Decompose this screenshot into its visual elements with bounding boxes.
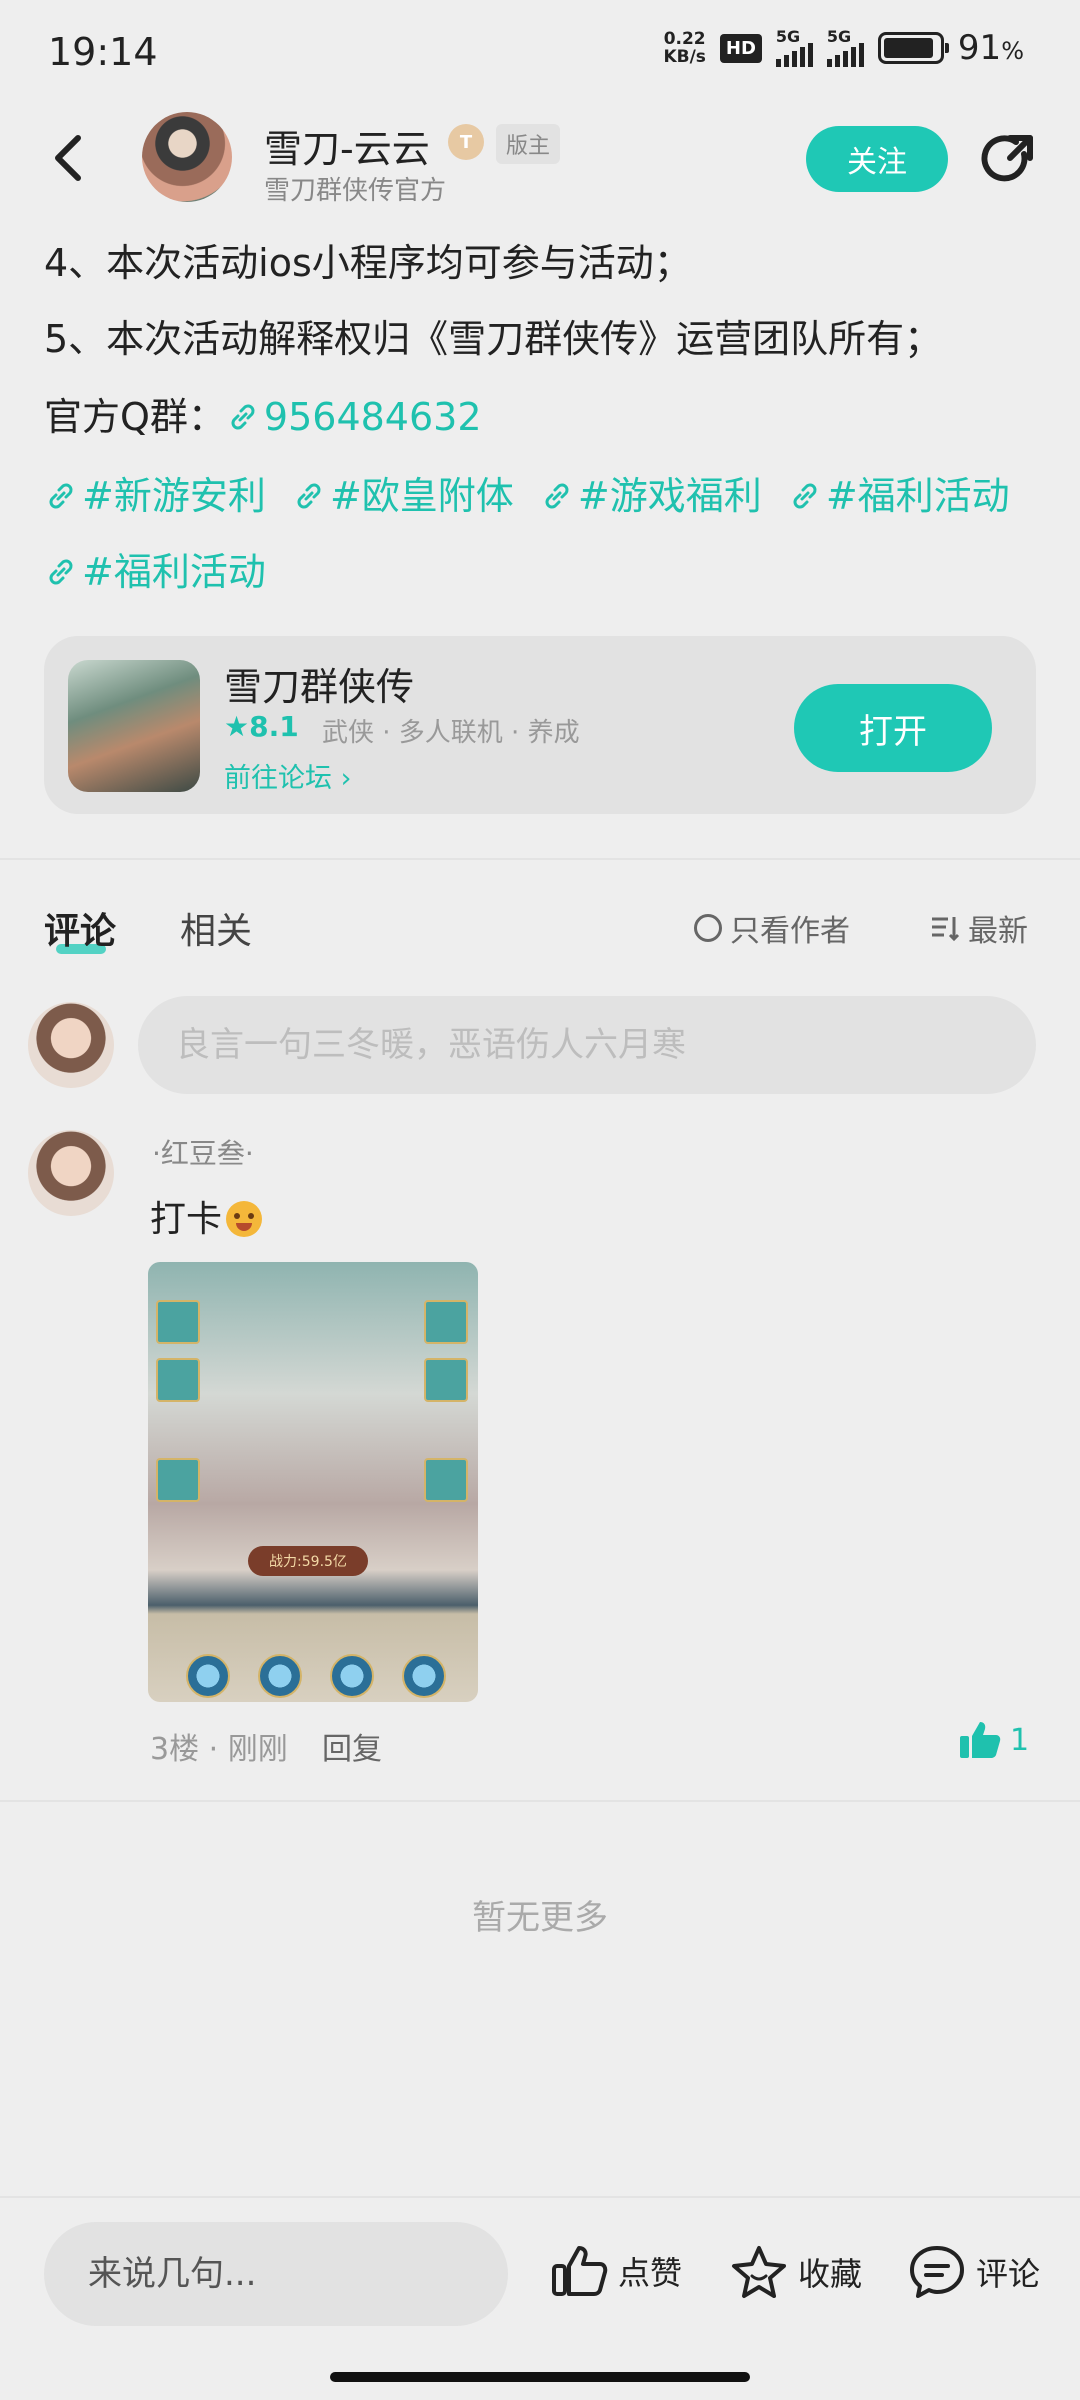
skill-icon (402, 1654, 446, 1698)
chevron-right-icon: › (340, 763, 352, 794)
like-button[interactable]: 点赞 (550, 2244, 682, 2298)
section-divider (0, 858, 1080, 860)
game-icon[interactable] (68, 660, 200, 792)
thumbs-up-icon (960, 1722, 1001, 1758)
radio-icon (694, 914, 722, 942)
bottom-divider (0, 2196, 1080, 2198)
equip-slot (156, 1358, 200, 1402)
qq-group-link[interactable]: 956484632 (226, 395, 482, 439)
topic-tag[interactable]: #福利活动 (788, 474, 1010, 518)
skill-icon (258, 1654, 302, 1698)
hd-icon: HD (719, 33, 762, 63)
link-icon (49, 559, 73, 585)
post-line-4: 4、本次活动ios小程序均可参与活动； (44, 241, 692, 285)
comment-text: 打卡 (150, 1190, 263, 1242)
signal-icon-sim2: 5G (826, 27, 864, 67)
smile-emoji-icon (226, 1201, 263, 1237)
thumbs-up-outline-icon (552, 2246, 608, 2296)
reply-button[interactable]: 回复 (322, 1724, 382, 1768)
comment-like-button[interactable]: 1 (958, 1720, 1029, 1760)
my-avatar (28, 1002, 114, 1088)
sort-icon (932, 917, 960, 942)
skill-icon (330, 1654, 374, 1698)
commenter-avatar[interactable] (28, 1130, 114, 1216)
tab-comments[interactable]: 评论 (44, 902, 116, 954)
share-button[interactable] (980, 132, 1038, 190)
author-name[interactable]: 雪刀-云云 (264, 118, 430, 173)
no-more-text: 暂无更多 (472, 1898, 608, 1938)
role-badge: 版主 (496, 124, 561, 164)
star-icon: ★ (224, 710, 250, 743)
sort-button[interactable]: 最新 (930, 906, 1028, 950)
equip-slot (156, 1300, 200, 1344)
link-icon (231, 404, 255, 430)
quick-comment-input[interactable] (44, 2222, 508, 2326)
game-rating: ★8.1 (224, 710, 299, 743)
signal-icon-sim1: 5G (775, 27, 813, 67)
level-badge: T (448, 124, 484, 160)
status-icons: 0.22 KB/s HD 5G 5G 91% (663, 27, 1024, 68)
tab-related[interactable]: 相关 (180, 902, 252, 954)
game-genre-tags: 武侠 · 多人联机 · 养成 (322, 718, 580, 748)
topic-tag[interactable]: #新游安利 (44, 474, 266, 518)
back-button[interactable] (40, 128, 100, 188)
comment-icon (910, 2246, 964, 2298)
comment-meta: 3楼 · 刚刚 (150, 1732, 288, 1767)
qq-group-line: 官方Q群： 956484632 (44, 395, 482, 439)
comment-image[interactable]: 战力:59.5亿 (148, 1262, 478, 1702)
topic-tag[interactable]: #福利活动 (44, 550, 266, 594)
post-line-5: 5、本次活动解释权归《雪刀群侠传》运营团队所有； (44, 317, 943, 361)
topic-tags: #新游安利 #欧皇附体 #游戏福利 #福利活动 #福利活动 (44, 458, 1044, 610)
network-speed: 0.22 KB/s (663, 29, 706, 67)
divider (0, 1800, 1080, 1802)
favorite-button[interactable]: 收藏 (730, 2244, 862, 2300)
skill-icon (186, 1654, 230, 1698)
link-icon (297, 483, 321, 509)
comment-input[interactable] (138, 996, 1036, 1094)
forum-link[interactable]: 前往论坛 › (224, 756, 351, 795)
topic-tag[interactable]: #游戏福利 (540, 474, 762, 518)
chevron-left-icon (55, 135, 81, 181)
follow-button[interactable]: 关注 (806, 126, 948, 192)
link-icon (545, 483, 569, 509)
topic-tag[interactable]: #欧皇附体 (292, 474, 514, 518)
author-only-toggle[interactable]: 只看作者 (694, 906, 850, 950)
link-icon (49, 483, 73, 509)
equip-slot (424, 1300, 468, 1344)
home-indicator[interactable] (330, 2372, 750, 2382)
share-icon (981, 135, 1033, 182)
commenter-name[interactable]: ·红豆叁· (152, 1132, 254, 1172)
battery-icon (877, 32, 949, 64)
star-outline-icon (732, 2246, 786, 2298)
battery-percent: 91% (957, 28, 1024, 68)
link-icon (793, 483, 817, 509)
open-game-button[interactable]: 打开 (794, 684, 992, 772)
equip-slot (424, 1458, 468, 1502)
author-subtitle: 雪刀群侠传官方 (264, 176, 447, 206)
game-name: 雪刀群侠传 (224, 665, 415, 709)
status-time: 19:14 (48, 30, 158, 74)
comment-button[interactable]: 评论 (908, 2244, 1040, 2300)
equip-slot (156, 1458, 200, 1502)
equip-slot (424, 1358, 468, 1402)
author-avatar[interactable] (142, 112, 232, 202)
power-label: 战力:59.5亿 (248, 1546, 368, 1576)
